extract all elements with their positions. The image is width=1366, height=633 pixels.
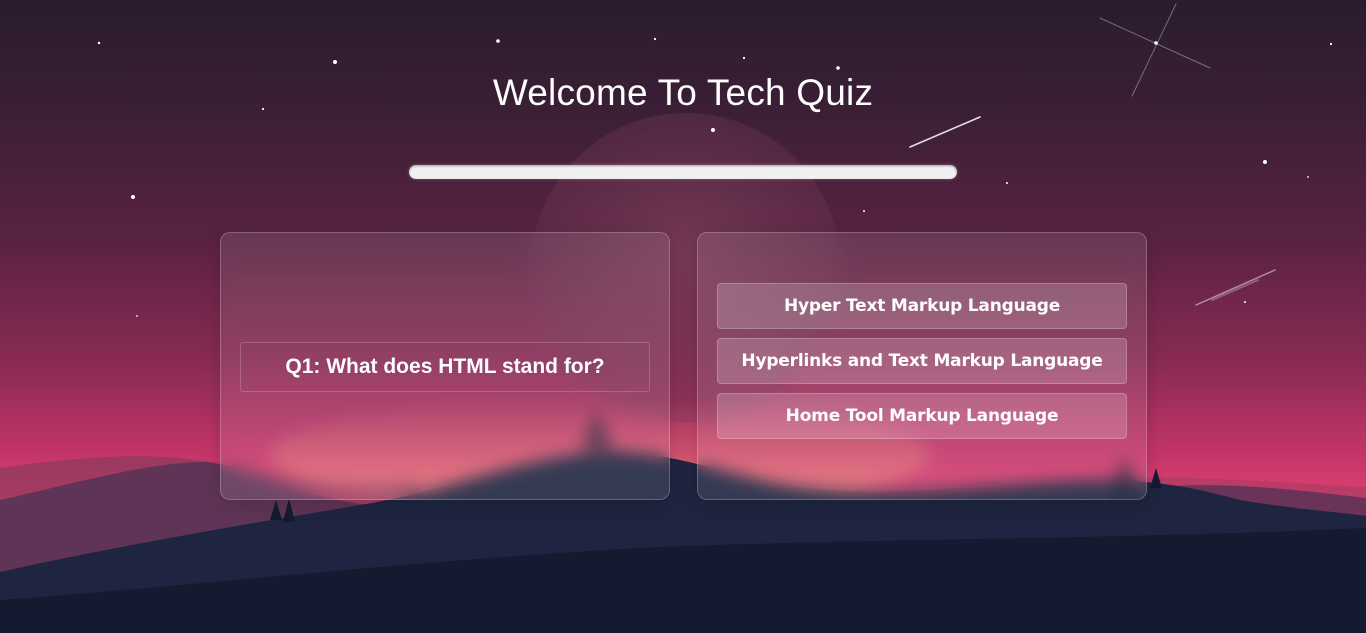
quiz-page: Welcome To Tech Quiz Q1: What does HTML … (0, 0, 1366, 633)
answers-card: Hyper Text Markup Language Hyperlinks an… (697, 232, 1147, 500)
page-title: Welcome To Tech Quiz (492, 72, 874, 113)
question-text: Q1: What does HTML stand for? (240, 342, 650, 392)
answer-list: Hyper Text Markup Language Hyperlinks an… (717, 283, 1127, 439)
answer-option-2[interactable]: Hyperlinks and Text Markup Language (717, 338, 1127, 384)
answer-option-1[interactable]: Hyper Text Markup Language (717, 283, 1127, 329)
quiz-progress-bar (409, 165, 957, 179)
answer-option-3[interactable]: Home Tool Markup Language (717, 393, 1127, 439)
question-card: Q1: What does HTML stand for? (220, 232, 670, 500)
